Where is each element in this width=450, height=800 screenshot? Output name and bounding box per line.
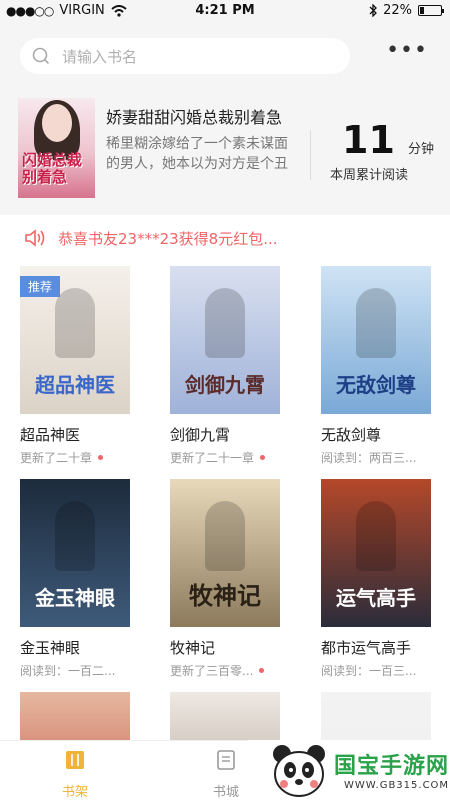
divider xyxy=(310,130,311,180)
book-cover[interactable]: 推荐超品神医 xyxy=(20,266,130,414)
recent-book-description: 稀里糊涂嫁给了一个素未谋面的男人，她本以为对方是个丑八怪，不想跟自己碰... xyxy=(106,136,288,172)
recent-book-card[interactable]: 闪婚总裁别着急 娇妻甜甜闪婚总裁别着急 稀里糊涂嫁给了一个素未谋面的男人，她本以… xyxy=(0,90,450,215)
book-status: 阅读到：一百三... xyxy=(321,662,431,679)
book-cover[interactable]: 运气高手 xyxy=(321,479,431,627)
bookstore-icon xyxy=(217,750,235,770)
book-cover[interactable]: 剑御九霄 xyxy=(170,266,280,414)
book-title: 金玉神眼 xyxy=(20,639,81,657)
book-cover[interactable]: 金玉神眼 xyxy=(20,479,130,627)
weekly-reading-stat: 11 分钟 本周累计阅读 xyxy=(330,118,440,183)
speaker-icon xyxy=(25,229,45,247)
cover-figure xyxy=(55,501,95,571)
cover-title: 剑御九霄 xyxy=(185,373,265,397)
book-title: 都市运气高手 xyxy=(321,639,412,657)
book-status-text: 更新了三百零... xyxy=(170,664,254,678)
watermark-title: 国宝手游网 xyxy=(334,754,450,779)
bluetooth-icon xyxy=(369,4,378,17)
book-cover[interactable]: 无敌剑尊 xyxy=(321,266,431,414)
search-placeholder: 请输入书名 xyxy=(62,47,138,66)
book-item[interactable]: 推荐 超品神医 超品神医 更新了二十章 xyxy=(20,266,130,466)
cover-figure-face xyxy=(42,104,72,142)
book-status-text: 阅读到：一百三... xyxy=(321,664,417,678)
book-status: 更新了二十章 xyxy=(20,449,130,466)
book-item[interactable]: 运气高手都市运气高手阅读到：一百三... xyxy=(321,479,431,679)
book-title: 无敌剑尊 xyxy=(321,426,382,444)
notice-text: 恭喜书友23***23获得8元红包... xyxy=(58,229,278,248)
book-item[interactable]: 剑御九霄 剑御九霄 更新了二十一章 xyxy=(170,266,280,466)
book-item[interactable]: 牧神记 牧神记 更新了三百零... xyxy=(170,479,280,679)
status-bar: ●●●○○ VIRGIN 4:21 PM 22% xyxy=(0,0,450,22)
book-status: 阅读到：一百二... xyxy=(20,662,130,679)
book-title: 超品神医 xyxy=(20,426,81,444)
book-status-text: 阅读到：一百二... xyxy=(20,664,116,678)
battery-icon xyxy=(418,5,444,16)
book-title: 剑御九霄 xyxy=(170,426,231,444)
watermark: 国宝手游网 WWW.GB315.COM xyxy=(248,740,450,800)
recent-book-cover[interactable]: 闪婚总裁别着急 xyxy=(18,98,95,198)
book-title: 牧神记 xyxy=(170,639,216,657)
unread-dot xyxy=(98,455,104,460)
cover-figure xyxy=(205,288,245,358)
status-right: 22% xyxy=(369,3,444,18)
book-status: 阅读到：两百三... xyxy=(321,449,431,466)
cover-figure xyxy=(55,288,95,358)
search-icon xyxy=(32,47,50,65)
unread-dot xyxy=(260,455,266,460)
book-item[interactable]: 无敌剑尊 无敌剑尊 阅读到：两百三... xyxy=(321,266,431,466)
bookshelf-icon xyxy=(66,751,84,769)
cover-title: 闪婚总裁别着急 xyxy=(22,151,83,186)
notice-bar[interactable]: 恭喜书友23***23获得8元红包... xyxy=(0,220,450,256)
reading-minutes: 11 xyxy=(342,118,395,162)
cover-figure xyxy=(356,288,396,358)
more-icon[interactable]: ••• xyxy=(386,40,428,62)
book-status: 更新了二十一章 xyxy=(170,449,280,466)
cover-title: 超品神医 xyxy=(35,373,115,397)
book-status-text: 更新了二十一章 xyxy=(170,451,255,465)
recent-book-title[interactable]: 娇妻甜甜闪婚总裁别着急 xyxy=(106,104,282,128)
panda-logo xyxy=(273,745,325,797)
cover-figure xyxy=(356,501,396,571)
tab-bookstore[interactable]: 书城 xyxy=(196,749,256,800)
cover-figure xyxy=(205,501,245,571)
unread-dot xyxy=(259,668,265,673)
recommend-badge: 推荐 xyxy=(20,276,61,297)
cover-title: 牧神记 xyxy=(189,581,261,610)
book-status: 更新了三百零... xyxy=(170,662,280,679)
book-item[interactable]: 金玉神眼 金玉神眼 阅读到：一百二... xyxy=(20,479,130,679)
battery-fill xyxy=(420,7,425,14)
book-status-text: 更新了二十章 xyxy=(20,451,93,465)
tab-bookshelf[interactable]: 书架 xyxy=(45,749,105,800)
book-status-text: 阅读到：两百三... xyxy=(321,451,417,465)
reading-label: 本周累计阅读 xyxy=(330,168,409,183)
tab-bookstore-label: 书城 xyxy=(212,785,239,800)
watermark-url: WWW.GB315.COM xyxy=(344,780,450,791)
cover-title: 无敌剑尊 xyxy=(336,373,416,397)
reading-unit: 分钟 xyxy=(407,142,434,157)
cover-title: 金玉神眼 xyxy=(35,586,115,610)
book-cover[interactable]: 牧神记 xyxy=(170,479,280,627)
battery-percent: 22% xyxy=(383,3,412,18)
cover-title: 运气高手 xyxy=(336,586,416,610)
header: 请输入书名 ••• xyxy=(0,22,450,90)
tab-bookshelf-label: 书架 xyxy=(61,785,88,800)
search-input[interactable]: 请输入书名 xyxy=(20,38,350,74)
